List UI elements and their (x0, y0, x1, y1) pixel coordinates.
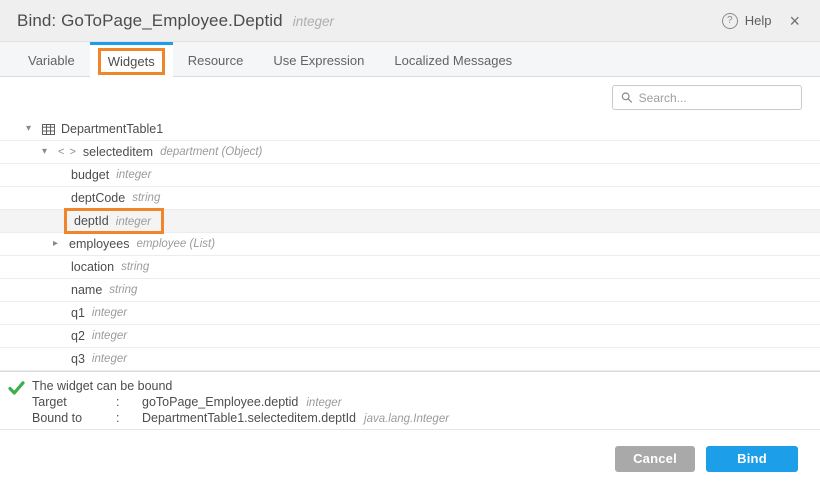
widget-tree: ▾ DepartmentTable1 ▾ < > selecteditem de… (0, 118, 820, 371)
tree-node-type: department (Object) (160, 146, 262, 158)
tab-resource[interactable]: Resource (173, 42, 259, 76)
search-icon (621, 91, 633, 104)
tree-node-deptcode[interactable]: deptCode string (0, 187, 820, 210)
titlebar-actions: ? Help × (722, 10, 802, 32)
tab-bar: Variable Widgets Resource Use Expression… (0, 42, 820, 77)
tree-node-label: name (71, 283, 102, 297)
tree-node-label: employees (69, 237, 129, 251)
tree-node-type: integer (92, 307, 127, 319)
cancel-button[interactable]: Cancel (615, 446, 695, 472)
status-boundto-path: DepartmentTable1.selecteditem.deptId (142, 411, 356, 425)
tree-node-selecteditem[interactable]: ▾ < > selecteditem department (Object) (0, 141, 820, 164)
tab-resource-label: Resource (188, 53, 244, 68)
bind-button[interactable]: Bind (706, 446, 798, 472)
status-target-row: Target : goToPage_Employee.deptid integer (32, 395, 449, 412)
bind-dialog: Bind: GoToPage_Employee.Deptid integer ?… (0, 0, 820, 487)
tab-widgets-label: Widgets (98, 48, 165, 75)
object-icon: < > (58, 146, 77, 158)
help-icon: ? (722, 13, 738, 29)
tree-node-type: integer (92, 330, 127, 342)
dialog-title-type: integer (293, 14, 334, 29)
tree-node-type: integer (116, 169, 151, 181)
caret-collapsed-icon[interactable]: ▸ (53, 239, 69, 249)
search-row (0, 77, 820, 118)
status-lines: The widget can be bound Target : goToPag… (32, 379, 449, 428)
tree-node-type: employee (List) (136, 238, 215, 250)
status-target-path: goToPage_Employee.deptid (142, 395, 298, 409)
help-button[interactable]: ? Help (722, 13, 772, 29)
tree-node-departmenttable1[interactable]: ▾ DepartmentTable1 (0, 118, 820, 141)
status-boundto-row: Bound to : DepartmentTable1.selecteditem… (32, 411, 449, 428)
tree-node-label: deptCode (71, 191, 125, 205)
tree-node-type: integer (92, 353, 127, 365)
tree-node-label: location (71, 260, 114, 274)
tab-widgets[interactable]: Widgets (90, 42, 173, 77)
tree-node-type: integer (116, 216, 151, 228)
tab-localized-messages[interactable]: Localized Messages (379, 42, 527, 76)
tree-node-label: budget (71, 168, 109, 182)
status-separator: : (116, 411, 142, 428)
status-target-label: Target (32, 395, 116, 412)
tree-node-employees[interactable]: ▸ employees employee (List) (0, 233, 820, 256)
caret-expanded-icon[interactable]: ▾ (26, 124, 42, 134)
tree-node-location[interactable]: location string (0, 256, 820, 279)
tab-use-expression[interactable]: Use Expression (258, 42, 379, 76)
tree-node-type: string (109, 284, 137, 296)
tree-node-type: string (132, 192, 160, 204)
status-boundto-value: DepartmentTable1.selecteditem.deptId java… (142, 411, 449, 428)
help-label: Help (745, 13, 772, 28)
tree-node-label: DepartmentTable1 (61, 122, 163, 136)
dialog-titlebar: Bind: GoToPage_Employee.Deptid integer ?… (0, 0, 820, 42)
status-target-value: goToPage_Employee.deptid integer (142, 395, 449, 412)
tree-node-deptid[interactable]: deptId integer (0, 210, 820, 233)
dialog-title: Bind: GoToPage_Employee.Deptid (17, 11, 283, 31)
caret-expanded-icon[interactable]: ▾ (42, 147, 58, 157)
tab-use-expression-label: Use Expression (273, 53, 364, 68)
status-boundto-type: java.lang.Integer (364, 413, 449, 425)
tree-node-q2[interactable]: q2 integer (0, 325, 820, 348)
tree-node-label: q1 (71, 306, 85, 320)
deptid-annotation-box: deptId integer (64, 208, 164, 234)
tree-node-budget[interactable]: budget integer (0, 164, 820, 187)
bind-status: The widget can be bound Target : goToPag… (0, 371, 820, 429)
tree-node-label: selecteditem (83, 145, 153, 159)
tree-node-q3[interactable]: q3 integer (0, 348, 820, 371)
status-message: The widget can be bound (32, 379, 449, 395)
tab-variable[interactable]: Variable (13, 42, 90, 76)
tree-node-label: q3 (71, 352, 85, 366)
dialog-title-group: Bind: GoToPage_Employee.Deptid integer (17, 11, 334, 31)
tree-node-q1[interactable]: q1 integer (0, 302, 820, 325)
table-icon (42, 124, 55, 135)
search-box[interactable] (612, 85, 802, 110)
status-boundto-label: Bound to (32, 411, 116, 428)
tab-localized-messages-label: Localized Messages (394, 53, 512, 68)
search-input[interactable] (639, 91, 793, 105)
status-separator: : (116, 395, 142, 412)
status-target-type: integer (306, 397, 341, 409)
tab-variable-label: Variable (28, 53, 75, 68)
close-icon[interactable]: × (787, 10, 802, 32)
tree-node-label: deptId (74, 214, 109, 228)
tree-node-label: q2 (71, 329, 85, 343)
tree-node-type: string (121, 261, 149, 273)
dialog-footer: Cancel Bind (0, 429, 820, 487)
success-check-icon (0, 379, 32, 395)
tree-node-name[interactable]: name string (0, 279, 820, 302)
